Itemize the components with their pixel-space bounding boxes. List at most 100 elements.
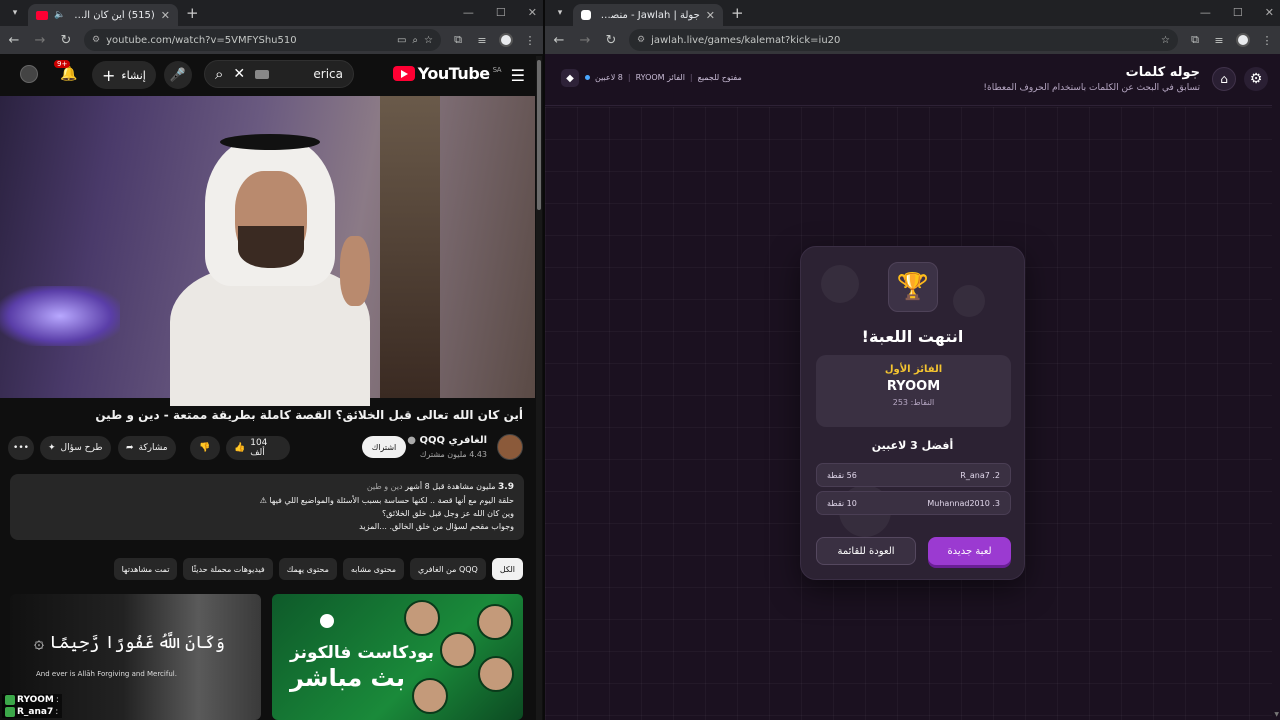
jawlah-favicon-icon bbox=[581, 10, 591, 20]
reload-button[interactable]: ↻ bbox=[58, 33, 74, 48]
extensions-icon[interactable]: ⧉ bbox=[451, 33, 465, 47]
player-count: 8 لاعبين bbox=[595, 73, 623, 82]
maximize-button[interactable]: ☐ bbox=[1233, 6, 1243, 19]
reload-button[interactable]: ↻ bbox=[603, 33, 619, 48]
chip-channel[interactable]: من الغافري QQQ bbox=[410, 558, 486, 580]
tab-search-button[interactable]: ▾ bbox=[6, 4, 24, 22]
reading-list-icon[interactable]: ≡ bbox=[1212, 34, 1226, 47]
search-box[interactable]: ⌕ ✕ erica bbox=[204, 60, 354, 88]
bookmark-star-icon[interactable]: ☆ bbox=[1161, 35, 1170, 46]
thumbnail-live-text: بث مباشر bbox=[290, 664, 405, 692]
new-game-button[interactable]: لعبة جديدة bbox=[928, 537, 1011, 565]
share-label: مشاركة bbox=[138, 443, 168, 453]
channel-name[interactable]: الغافري QQQ ● bbox=[407, 435, 487, 446]
page-scrollbar[interactable]: ▼ bbox=[1272, 54, 1280, 720]
view-count: 3.9 bbox=[498, 482, 514, 492]
clear-search-icon[interactable]: ✕ bbox=[233, 66, 245, 82]
thumbnail-caption: And ever is Allāh Forgiving and Merciful… bbox=[36, 670, 177, 678]
game-title: جوله كلمات bbox=[1125, 65, 1200, 80]
more-actions-button[interactable]: ••• bbox=[8, 436, 34, 460]
plus-icon: + bbox=[102, 65, 116, 85]
zoom-icon[interactable]: ⌕ bbox=[412, 35, 418, 46]
toolbar: ← → ↻ ⚙ youtube.com/watch?v=5VMFYShu510 … bbox=[0, 26, 543, 54]
notification-badge: 9+ bbox=[54, 60, 71, 68]
chip-related[interactable]: محتوى مشابه bbox=[342, 558, 405, 580]
kick-logo-icon[interactable]: ◆ bbox=[561, 69, 579, 87]
share-button[interactable]: ➦ مشاركة bbox=[118, 436, 176, 460]
channel-avatar[interactable] bbox=[497, 434, 523, 460]
description-line: وجواب مقحم لسؤال من خلق الخالق. ...المزي… bbox=[359, 522, 514, 531]
keyboard-icon[interactable] bbox=[255, 69, 270, 79]
guest-photo bbox=[477, 604, 513, 640]
page-scrollbar[interactable] bbox=[536, 56, 542, 720]
create-button[interactable]: + إنشاء bbox=[92, 61, 156, 89]
close-window-button[interactable]: ✕ bbox=[528, 6, 537, 19]
notifications-bell-icon[interactable]: 🔔 9+ bbox=[54, 60, 77, 82]
ask-label: طرح سؤال bbox=[60, 443, 103, 453]
account-avatar[interactable] bbox=[20, 65, 38, 83]
guest-photo bbox=[412, 678, 448, 714]
forward-button[interactable]: → bbox=[577, 33, 593, 48]
search-icon[interactable]: ⌕ bbox=[215, 65, 223, 83]
dislike-button[interactable]: 👎 bbox=[190, 436, 220, 460]
subscribe-button[interactable]: اشتراك bbox=[362, 436, 406, 458]
address-bar[interactable]: ⚙ youtube.com/watch?v=5VMFYShu510 ▭ ⌕ ☆ bbox=[84, 29, 441, 51]
cast-icon[interactable]: ▭ bbox=[397, 35, 406, 46]
chip-all[interactable]: الكل bbox=[491, 558, 523, 580]
hamburger-menu-icon[interactable]: ☰ bbox=[511, 66, 525, 85]
trophy-icon: 🏆 bbox=[888, 262, 938, 312]
reading-list-icon[interactable]: ≡ bbox=[475, 34, 489, 47]
chip-recent[interactable]: فيديوهات محملة حديثًا bbox=[183, 558, 273, 580]
new-tab-button[interactable]: + bbox=[186, 4, 199, 22]
chip-watched[interactable]: تمت مشاهدتها bbox=[113, 558, 178, 580]
scrollbar-thumb[interactable] bbox=[537, 60, 541, 210]
site-info-icon[interactable]: ⚙ bbox=[637, 35, 645, 45]
share-icon: ➦ bbox=[126, 443, 134, 453]
video-player[interactable] bbox=[0, 96, 535, 406]
extensions-icon[interactable]: ⧉ bbox=[1188, 33, 1202, 47]
forward-button[interactable]: → bbox=[32, 33, 48, 48]
tab-youtube[interactable]: 🔈 (515) أين كان الله تعالى قبل ال ✕ bbox=[28, 4, 178, 26]
thumbnail-title: بودكاست فالكونز bbox=[290, 643, 435, 663]
ask-button[interactable]: ✦ طرح سؤال bbox=[40, 436, 111, 460]
site-info-icon[interactable]: ⚙ bbox=[92, 35, 100, 45]
home-icon[interactable]: ⌂ bbox=[1212, 67, 1236, 91]
audio-icon[interactable]: 🔈 bbox=[54, 10, 65, 20]
bookmark-star-icon[interactable]: ☆ bbox=[424, 35, 433, 46]
youtube-logo[interactable]: YouTube SA bbox=[392, 64, 502, 83]
like-button[interactable]: 👍 104 ألف bbox=[226, 436, 290, 460]
voice-search-mic-icon[interactable]: 🎤 bbox=[164, 61, 192, 89]
close-tab-icon[interactable]: ✕ bbox=[706, 9, 715, 22]
settings-gear-icon[interactable]: ⚙ bbox=[1244, 67, 1268, 91]
back-to-menu-button[interactable]: العودة للقائمة bbox=[816, 537, 916, 565]
maximize-button[interactable]: ☐ bbox=[496, 6, 506, 19]
video-thumbnail[interactable]: بودكاست فالكونز بث مباشر bbox=[272, 594, 523, 720]
menu-kebab-icon[interactable]: ⋮ bbox=[523, 34, 537, 47]
new-tab-button[interactable]: + bbox=[731, 4, 744, 22]
guest-photo bbox=[404, 600, 440, 636]
back-button[interactable]: ← bbox=[6, 33, 22, 48]
scroll-down-arrow-icon[interactable]: ▼ bbox=[1274, 711, 1279, 718]
profile-avatar[interactable] bbox=[1236, 33, 1250, 47]
tab-search-button[interactable]: ▾ bbox=[551, 4, 569, 22]
winner-tag: الفائز RYOOM bbox=[635, 73, 685, 82]
chip-for-you[interactable]: محتوى يهمك bbox=[278, 558, 337, 580]
minimize-button[interactable]: — bbox=[1200, 6, 1211, 19]
search-input[interactable]: erica bbox=[313, 67, 343, 81]
description-box[interactable]: 3.9 مليون مشاهدة قبل 8 أشهر دين و طين حل… bbox=[10, 474, 524, 540]
close-tab-icon[interactable]: ✕ bbox=[161, 9, 170, 22]
first-place-label: الفائز الأول bbox=[884, 364, 943, 375]
profile-avatar[interactable] bbox=[499, 33, 513, 47]
game-subtitle: تسابق في البحث عن الكلمات باستخدام الحرو… bbox=[983, 83, 1200, 93]
minimize-button[interactable]: — bbox=[463, 6, 474, 19]
back-button[interactable]: ← bbox=[551, 33, 567, 48]
tab-jawlah[interactable]: جولة | Jawlah - منصة الألعاب الذ ✕ bbox=[573, 4, 723, 26]
description-tags[interactable]: دين و طين bbox=[367, 482, 403, 491]
address-bar[interactable]: ⚙ jawlah.live/games/kalemat?kick=iu20 ☆ bbox=[629, 29, 1178, 51]
menu-kebab-icon[interactable]: ⋮ bbox=[1260, 34, 1274, 47]
player-points: 10 نقطة bbox=[827, 498, 857, 508]
top-players-label: أفضل 3 لاعبين bbox=[871, 439, 954, 452]
chat-message: R_ana7: bbox=[2, 706, 62, 718]
close-window-button[interactable]: ✕ bbox=[1265, 6, 1274, 19]
video-shelf bbox=[380, 96, 440, 398]
